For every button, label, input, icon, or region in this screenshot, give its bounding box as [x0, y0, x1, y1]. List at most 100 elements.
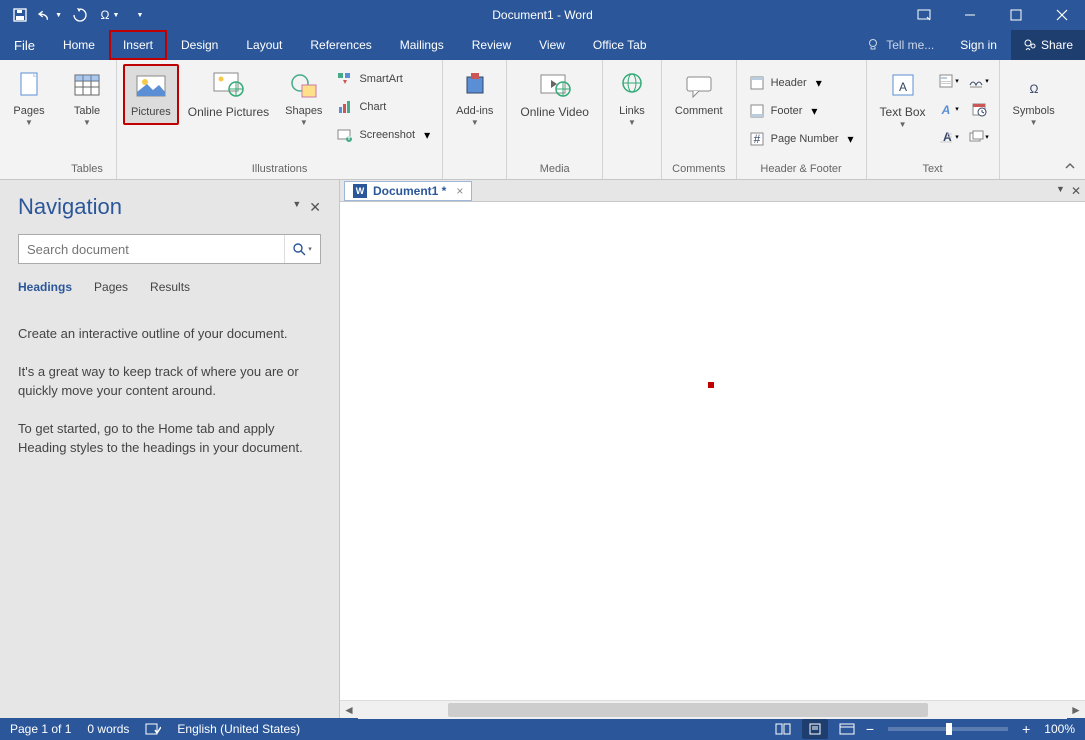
status-words[interactable]: 0 words [87, 722, 129, 736]
online-video-button[interactable]: Online Video [513, 64, 596, 125]
share-button[interactable]: Share [1011, 30, 1085, 60]
pages-button[interactable]: Pages ▼ [6, 64, 52, 132]
undo-icon [38, 8, 53, 22]
read-mode-button[interactable] [770, 719, 796, 739]
doctab-options-button[interactable]: ▼ [1056, 184, 1065, 198]
search-button[interactable]: ▾ [284, 235, 320, 263]
collapse-ribbon-button[interactable] [1061, 157, 1079, 175]
online-video-label: Online Video [520, 105, 589, 120]
document-tab-name: Document1 * [373, 184, 446, 198]
screenshot-button[interactable]: + Screenshot ▾ [331, 122, 436, 148]
scroll-thumb[interactable] [448, 703, 928, 717]
symbols-button[interactable]: Ω Symbols ▼ [1006, 64, 1062, 132]
tab-home[interactable]: Home [49, 30, 109, 60]
svg-text:A: A [899, 80, 907, 94]
document-tab-close[interactable]: × [456, 184, 463, 198]
scroll-left-button[interactable]: ◄ [340, 701, 358, 719]
minimize-button[interactable] [947, 0, 993, 30]
object-button[interactable]: ▾ [965, 124, 993, 150]
dropdown-icon: ▾ [847, 132, 853, 146]
shapes-button[interactable]: Shapes ▼ [278, 64, 329, 132]
search-document-box[interactable]: ▾ [18, 234, 321, 264]
signature-line-button[interactable]: ▾ [965, 68, 993, 94]
tell-me-search[interactable]: Tell me... [854, 38, 946, 52]
header-button[interactable]: Header ▾ [743, 70, 860, 96]
tab-office[interactable]: Office Tab [579, 30, 661, 60]
print-layout-icon [808, 723, 822, 735]
scroll-track[interactable] [358, 701, 1067, 719]
nav-close-button[interactable]: ✕ [309, 199, 321, 216]
screenshot-label: Screenshot [359, 129, 415, 141]
tab-references[interactable]: References [296, 30, 385, 60]
header-icon [749, 75, 765, 91]
zoom-level[interactable]: 100% [1044, 722, 1075, 736]
horizontal-scrollbar[interactable]: ◄ ► [340, 700, 1085, 718]
document-tab[interactable]: W Document1 * × [344, 181, 472, 201]
footer-button[interactable]: Footer ▾ [743, 98, 860, 124]
symbol-qat-button[interactable]: Ω ▼ [98, 3, 122, 27]
tab-file[interactable]: File [0, 30, 49, 60]
page-number-label: Page Number [771, 133, 839, 145]
customize-qat-button[interactable]: ▼ [128, 3, 152, 27]
quick-parts-icon [938, 73, 954, 89]
page-number-button[interactable]: # Page Number ▾ [743, 126, 860, 152]
zoom-slider[interactable] [888, 727, 1008, 731]
chart-button[interactable]: Chart [331, 94, 436, 120]
nav-tab-pages[interactable]: Pages [94, 280, 128, 294]
zoom-out-button[interactable]: − [866, 721, 874, 737]
document-page[interactable] [340, 202, 1085, 700]
sign-in-button[interactable]: Sign in [946, 38, 1011, 52]
comment-button[interactable]: Comment [668, 64, 730, 123]
nav-options-button[interactable]: ▼ [292, 199, 301, 216]
doctab-close-button[interactable]: ✕ [1071, 184, 1081, 198]
status-language[interactable]: English (United States) [177, 722, 300, 736]
table-button[interactable]: Table ▼ [64, 64, 110, 132]
svg-text:Ω: Ω [1029, 82, 1038, 96]
nav-tab-results[interactable]: Results [150, 280, 190, 294]
dropdown-icon: ▼ [471, 118, 479, 127]
group-label-text: Text [873, 163, 993, 177]
tab-insert[interactable]: Insert [109, 30, 167, 60]
dropdown-icon: ▾ [424, 128, 430, 142]
print-layout-button[interactable] [802, 719, 828, 739]
scroll-right-button[interactable]: ► [1067, 701, 1085, 719]
tab-view[interactable]: View [525, 30, 579, 60]
save-button[interactable] [8, 3, 32, 27]
ribbon-display-options-button[interactable] [901, 0, 947, 30]
nav-tab-headings[interactable]: Headings [18, 280, 72, 294]
search-input[interactable] [19, 242, 284, 257]
pages-label: Pages [13, 105, 44, 118]
dropdown-icon: ▼ [137, 12, 144, 19]
text-box-button[interactable]: A Text Box ▼ [873, 64, 933, 134]
close-button[interactable] [1039, 0, 1085, 30]
nav-text-p2: It's a great way to keep track of where … [18, 362, 321, 401]
wordart-button[interactable]: A▾ [935, 96, 963, 122]
status-proofing[interactable] [145, 722, 161, 736]
date-time-icon [971, 101, 987, 117]
smartart-icon [337, 71, 353, 87]
zoom-slider-thumb[interactable] [946, 723, 952, 735]
redo-icon [73, 8, 87, 22]
dropdown-icon: ▾ [816, 76, 822, 90]
zoom-in-button[interactable]: + [1022, 721, 1030, 737]
quick-parts-button[interactable]: ▾ [935, 68, 963, 94]
tab-review[interactable]: Review [458, 30, 525, 60]
tab-mailings[interactable]: Mailings [386, 30, 458, 60]
proofing-icon [145, 722, 161, 736]
pictures-button[interactable]: Pictures [123, 64, 179, 125]
web-layout-button[interactable] [834, 719, 860, 739]
addins-button[interactable]: Add-ins ▼ [449, 64, 500, 132]
tab-design[interactable]: Design [167, 30, 232, 60]
smartart-button[interactable]: SmartArt [331, 66, 436, 92]
redo-button[interactable] [68, 3, 92, 27]
maximize-button[interactable] [993, 0, 1039, 30]
drop-cap-button[interactable]: A▾ [935, 124, 963, 150]
undo-button[interactable]: ▼ [38, 3, 62, 27]
links-button[interactable]: Links ▼ [609, 64, 655, 132]
footer-label: Footer [771, 105, 803, 117]
status-page[interactable]: Page 1 of 1 [10, 722, 71, 736]
date-time-button[interactable] [965, 96, 993, 122]
online-pictures-button[interactable]: Online Pictures [181, 64, 276, 125]
tab-layout[interactable]: Layout [232, 30, 296, 60]
wordart-icon: A [938, 101, 954, 117]
